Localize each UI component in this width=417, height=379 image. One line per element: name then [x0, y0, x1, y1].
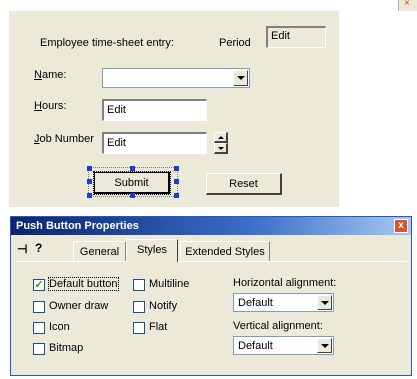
resize-handle[interactable] — [87, 193, 92, 198]
resize-handle[interactable] — [87, 179, 92, 184]
chevron-down-icon[interactable] — [317, 295, 332, 310]
owner-draw-label: Owner draw — [49, 300, 109, 312]
vertical-alignment-value: Default — [238, 340, 273, 352]
pin-icon[interactable]: ⊣ — [17, 242, 27, 256]
flat-checkbox[interactable] — [133, 322, 145, 334]
tab-styles[interactable]: Styles — [126, 239, 178, 262]
period-label: Period — [219, 37, 251, 49]
vertical-alignment-select[interactable]: Default — [233, 336, 334, 355]
spin-down-icon[interactable] — [214, 143, 228, 154]
bitmap-checkbox[interactable] — [33, 343, 45, 355]
resize-handle[interactable] — [174, 166, 179, 171]
name-label: Name: — [34, 69, 67, 81]
vertical-alignment-label: Vertical alignment: — [233, 320, 323, 332]
resize-handle[interactable] — [130, 166, 135, 171]
tab-extended-styles[interactable]: Extended Styles — [180, 241, 270, 261]
resize-handle[interactable] — [174, 193, 179, 198]
resize-handle[interactable] — [87, 166, 92, 171]
job-number-label-rest: ob Number — [39, 133, 94, 145]
properties-title: Push Button Properties — [16, 220, 139, 232]
default-button-label: Default button — [48, 277, 119, 291]
job-number-input[interactable]: Edit — [102, 132, 207, 154]
owner-draw-checkbox[interactable] — [33, 301, 45, 313]
bitmap-label: Bitmap — [49, 342, 84, 354]
hours-label-rest: ours: — [41, 100, 67, 112]
resize-handle[interactable] — [174, 179, 179, 184]
header-label: Employee time-sheet entry: — [40, 37, 174, 49]
icon-checkbox[interactable] — [33, 322, 45, 334]
close-icon[interactable]: × — [404, 0, 413, 9]
notify-label: Notify — [149, 300, 178, 312]
name-combobox[interactable] — [102, 68, 250, 88]
tab-general[interactable]: General — [73, 241, 126, 261]
hours-label: Hours: — [34, 100, 67, 112]
resize-handle[interactable] — [130, 193, 135, 198]
dialog-canvas: Employee time-sheet entry: Period Edit N… — [9, 11, 339, 207]
horizontal-alignment-label: Horizontal alignment: — [233, 277, 337, 289]
spin-up-icon[interactable] — [214, 132, 228, 143]
close-icon[interactable]: x — [394, 219, 408, 233]
hours-input[interactable]: Edit — [102, 99, 207, 121]
multiline-checkbox[interactable] — [133, 279, 145, 291]
horizontal-alignment-select[interactable]: Default — [233, 293, 334, 312]
job-number-spinner[interactable] — [214, 132, 228, 154]
properties-window: Push Button Properties x ⊣ ? General Sty… — [10, 216, 412, 376]
submit-button[interactable]: Submit — [93, 171, 171, 195]
horizontal-alignment-value: Default — [238, 297, 273, 309]
icon-label: Icon — [49, 321, 70, 333]
period-field[interactable]: Edit — [266, 26, 326, 48]
flat-label: Flat — [149, 321, 168, 333]
default-button-checkbox[interactable]: ✓ — [33, 279, 45, 291]
job-number-label: Job Number — [34, 133, 94, 145]
chevron-down-icon[interactable] — [317, 338, 332, 353]
help-icon[interactable]: ? — [35, 241, 42, 255]
properties-title-bar[interactable]: Push Button Properties x — [11, 217, 411, 235]
multiline-label: Multiline — [149, 278, 190, 290]
chevron-down-icon[interactable] — [233, 70, 248, 86]
reset-button[interactable]: Reset — [206, 173, 282, 195]
notify-checkbox[interactable] — [133, 301, 145, 313]
